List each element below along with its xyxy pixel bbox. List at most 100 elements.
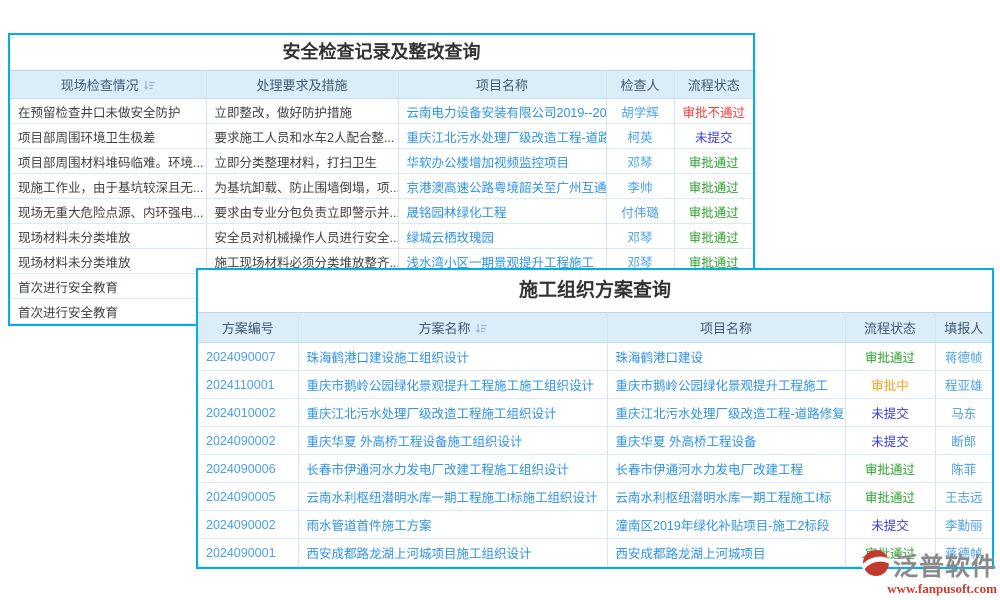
safety-table-header-row: 现场检查情况 处理要求及措施 项目名称 检查人流程状态 xyxy=(10,71,753,99)
person-name-cell[interactable]: 邓琴 xyxy=(606,149,674,174)
person-name-cell[interactable]: 马东 xyxy=(935,399,992,427)
project-link-cell[interactable]: 京港澳高速公路粤境韶关至广州互通路面改 xyxy=(398,174,606,199)
inspection-text-cell: 要求由专业分包负责立即警示并... xyxy=(206,199,398,224)
column-header-1: 方案编号 xyxy=(198,313,298,343)
brand-url: www.fanpusoft.com xyxy=(845,581,997,597)
column-header-label: 处理要求及措施 xyxy=(256,78,347,93)
column-header-2[interactable]: 方案名称 xyxy=(298,313,607,343)
inspection-text-cell: 项目部周围环境卫生极差 xyxy=(10,124,206,149)
person-name-cell[interactable]: 程亚雄 xyxy=(935,371,992,399)
status-badge-cell: 审批通过 xyxy=(845,483,935,511)
column-header-label: 流程状态 xyxy=(688,78,740,93)
column-header-4: 检查人 xyxy=(606,71,674,99)
plan-number-cell[interactable]: 2024090001 xyxy=(198,539,298,567)
project-link-cell[interactable]: 长春市伊通河水力发电厂改建工程 xyxy=(607,455,845,483)
status-badge-cell: 审批通过 xyxy=(674,174,753,199)
column-header-label: 项目名称 xyxy=(476,78,528,93)
project-link-cell[interactable]: 珠海鹤港口建设施工组织设计 xyxy=(298,343,607,371)
table-row: 2024110001重庆市鹅岭公园绿化景观提升工程施工施工组织设计重庆市鹅岭公园… xyxy=(198,371,992,399)
status-badge-cell: 审批通过 xyxy=(845,343,935,371)
table-row: 2024090002雨水管道首件施工方案潼南区2019年绿化补贴项目-施工2标段… xyxy=(198,511,992,539)
column-header-label: 现场检查情况 xyxy=(61,78,139,93)
person-name-cell[interactable]: 胡学辉 xyxy=(606,99,674,124)
column-header-label: 填报人 xyxy=(944,321,983,336)
column-header-3: 项目名称 xyxy=(398,71,606,99)
project-link-cell[interactable]: 云南电力设备安装有限公司2019--2020年度 xyxy=(398,99,606,124)
status-badge-cell: 审批通过 xyxy=(674,149,753,174)
status-badge-cell: 未提交 xyxy=(845,427,935,455)
plan-number-cell[interactable]: 2024090002 xyxy=(198,511,298,539)
project-link-cell[interactable]: 云南水利枢纽潜明水库一期工程施工I标施工组织设计 xyxy=(298,483,607,511)
status-badge-cell: 未提交 xyxy=(845,511,935,539)
project-link-cell[interactable]: 晟铭园林绿化工程 xyxy=(398,199,606,224)
inspection-text-cell: 安全员对机械操作人员进行安全... xyxy=(206,224,398,249)
table-row: 2024090005云南水利枢纽潜明水库一期工程施工I标施工组织设计云南水利枢纽… xyxy=(198,483,992,511)
inspection-text-cell: 现场无重大危险点源、内环强电... xyxy=(10,199,206,224)
plan-number-cell[interactable]: 2024090007 xyxy=(198,343,298,371)
column-header-3: 项目名称 xyxy=(607,313,845,343)
column-header-label: 方案名称 xyxy=(418,321,470,336)
person-name-cell[interactable]: 李帅 xyxy=(606,174,674,199)
construction-plan-query-panel: 施工组织方案查询 方案编号方案名称项目名称流程状态填报人 2024090007珠… xyxy=(196,268,994,569)
project-link-cell[interactable]: 长春市伊通河水力发电厂改建工程施工组织设计 xyxy=(298,455,607,483)
inspection-text-cell: 为基坑卸载、防止围墙倒塌，项... xyxy=(206,174,398,199)
project-link-cell[interactable]: 西安成都路龙湖上河城项目施工组织设计 xyxy=(298,539,607,567)
column-header-1[interactable]: 现场检查情况 xyxy=(10,71,206,99)
status-badge-cell: 未提交 xyxy=(674,124,753,149)
status-badge-cell: 未提交 xyxy=(845,399,935,427)
project-link-cell[interactable]: 雨水管道首件施工方案 xyxy=(298,511,607,539)
project-link-cell[interactable]: 华软办公楼增加视频监控项目 xyxy=(398,149,606,174)
person-name-cell[interactable]: 蒋德帧 xyxy=(935,343,992,371)
person-name-cell[interactable]: 邓琴 xyxy=(606,224,674,249)
project-link-cell[interactable]: 重庆市鹅岭公园绿化景观提升工程施工施工组织设计 xyxy=(298,371,607,399)
table-row: 现场材料未分类堆放安全员对机械操作人员进行安全...绿城云栖玫瑰园邓琴审批通过 xyxy=(10,224,753,249)
plan-number-cell[interactable]: 2024090006 xyxy=(198,455,298,483)
inspection-text-cell: 现施工作业，由于基坑较深且无... xyxy=(10,174,206,199)
table-row: 2024090006长春市伊通河水力发电厂改建工程施工组织设计长春市伊通河水力发… xyxy=(198,455,992,483)
project-link-cell[interactable]: 重庆江北污水处理厂级改造工程施工组织设计 xyxy=(298,399,607,427)
column-header-4: 流程状态 xyxy=(845,313,935,343)
fanpu-logo-icon xyxy=(859,548,891,583)
person-name-cell[interactable]: 付伟璐 xyxy=(606,199,674,224)
project-link-cell[interactable]: 重庆市鹅岭公园绿化景观提升工程施工 xyxy=(607,371,845,399)
table-row: 项目部周围环境卫生极差要求施工人员和水车2人配合整...重庆江北污水处理厂级改造… xyxy=(10,124,753,149)
project-link-cell[interactable]: 重庆华夏 外高桥工程设备 xyxy=(607,427,845,455)
plan-table-header-row: 方案编号 方案名称 项目名称 流程状态填报人 xyxy=(198,313,992,343)
project-link-cell[interactable]: 潼南区2019年绿化补贴项目-施工2标段 xyxy=(607,511,845,539)
status-badge-cell: 审批不通过 xyxy=(674,99,753,124)
project-link-cell[interactable]: 重庆江北污水处理厂级改造工程-道路修复 xyxy=(607,399,845,427)
project-link-cell[interactable]: 珠海鹤港口建设 xyxy=(607,343,845,371)
person-name-cell[interactable]: 柯英 xyxy=(606,124,674,149)
project-link-cell[interactable]: 绿城云栖玫瑰园 xyxy=(398,224,606,249)
status-badge-cell: 审批中 xyxy=(845,371,935,399)
person-name-cell[interactable]: 王志远 xyxy=(935,483,992,511)
project-link-cell[interactable]: 重庆江北污水处理厂级改造工程-道路修复 xyxy=(398,124,606,149)
sort-icon[interactable] xyxy=(475,322,487,337)
plan-number-cell[interactable]: 2024010002 xyxy=(198,399,298,427)
project-link-cell[interactable]: 西安成都路龙湖上河城项目 xyxy=(607,539,845,567)
person-name-cell[interactable]: 李勤丽 xyxy=(935,511,992,539)
plan-number-cell[interactable]: 2024090002 xyxy=(198,427,298,455)
inspection-text-cell: 立即整改，做好防护措施 xyxy=(206,99,398,124)
person-name-cell[interactable]: 断郎 xyxy=(935,427,992,455)
project-link-cell[interactable]: 重庆华夏 外高桥工程设备施工组织设计 xyxy=(298,427,607,455)
page: 安全检查记录及整改查询 现场检查情况处理要求及措施项目名称检查人流程状态 在预留… xyxy=(0,0,1000,600)
inspection-text-cell: 现场材料未分类堆放 xyxy=(10,224,206,249)
inspection-text-cell: 立即分类整理材料，打扫卫生 xyxy=(206,149,398,174)
column-header-label: 项目名称 xyxy=(700,321,752,336)
column-header-5: 填报人 xyxy=(935,313,992,343)
plan-panel-title: 施工组织方案查询 xyxy=(198,270,992,312)
inspection-text-cell: 首次进行安全教育 xyxy=(10,299,206,324)
person-name-cell[interactable]: 陈菲 xyxy=(935,455,992,483)
sort-icon[interactable] xyxy=(143,79,155,94)
status-badge-cell: 审批通过 xyxy=(674,224,753,249)
column-header-5: 流程状态 xyxy=(674,71,753,99)
project-link-cell[interactable]: 云南水利枢纽潜明水库一期工程施工I标 xyxy=(607,483,845,511)
column-header-2: 处理要求及措施 xyxy=(206,71,398,99)
plan-number-cell[interactable]: 2024090005 xyxy=(198,483,298,511)
table-row: 现施工作业，由于基坑较深且无...为基坑卸载、防止围墙倒塌，项...京港澳高速公… xyxy=(10,174,753,199)
safety-panel-title: 安全检查记录及整改查询 xyxy=(10,35,753,70)
inspection-text-cell: 项目部周围材料堆码临难。环境... xyxy=(10,149,206,174)
plan-number-cell[interactable]: 2024110001 xyxy=(198,371,298,399)
table-row: 2024090002重庆华夏 外高桥工程设备施工组织设计重庆华夏 外高桥工程设备… xyxy=(198,427,992,455)
